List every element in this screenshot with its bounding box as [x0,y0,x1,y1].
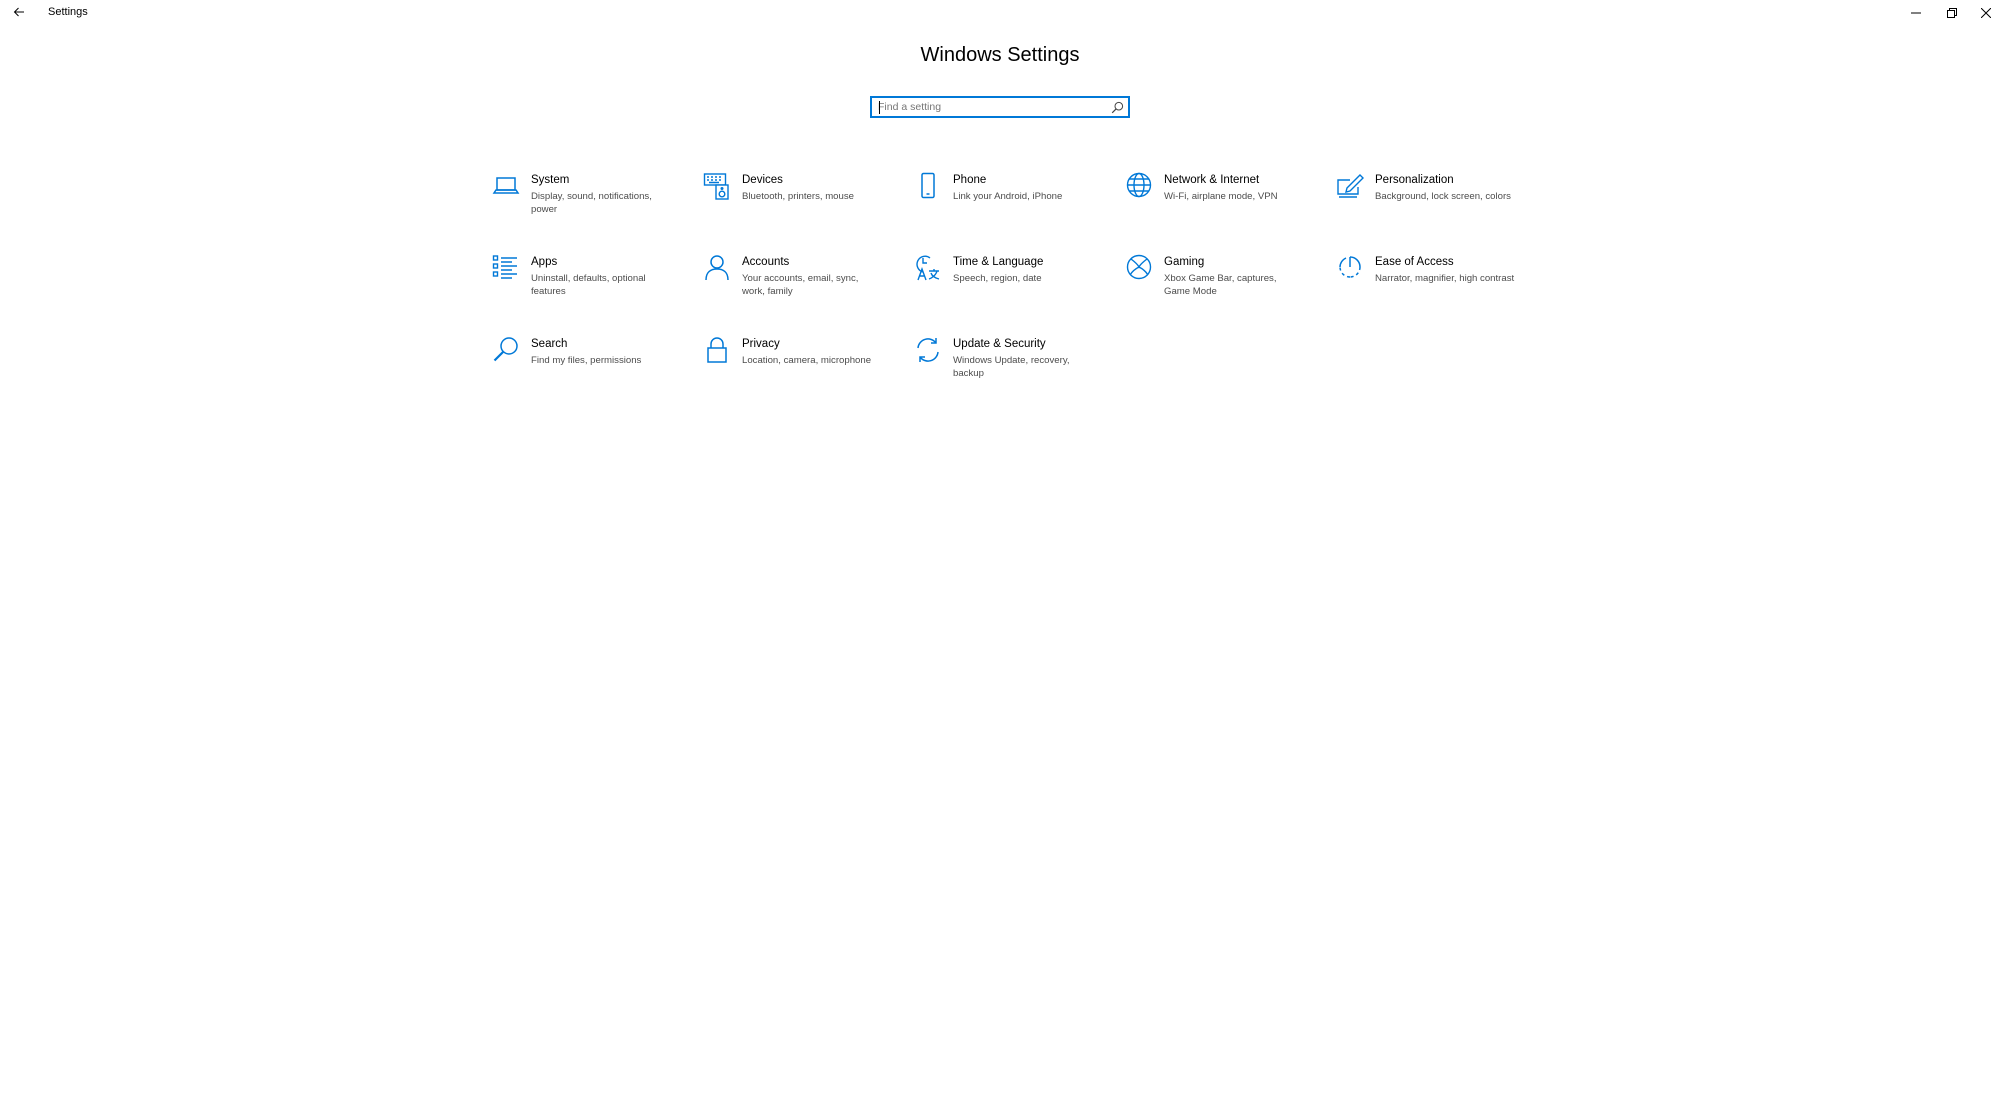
tile-label: Ease of Access [1375,256,1454,268]
tile-label: Network & Internet [1164,174,1260,186]
tile-description: Narrator, magnifier, high contrast [1375,273,1515,284]
tile-description: Bluetooth, printers, mouse [742,191,854,202]
tile-description: Windows Update, recovery, backup [953,355,1070,379]
tile-description: Display, sound, notifications, power [531,191,652,215]
ease-of-access-icon [1339,256,1361,278]
pen-tablet-icon [1337,174,1364,198]
search-icon [493,337,518,362]
keyboard-speaker-icon [703,173,729,200]
title-bar: Settings [0,0,2000,26]
tile-label: Accounts [742,256,790,268]
search-icon[interactable] [1111,101,1124,114]
sync-icon [917,338,939,362]
restore-button[interactable] [1934,0,1970,26]
tile-label: Apps [531,256,558,268]
tile-update-security[interactable]: Update & Security Windows Update, recove… [914,336,1122,392]
close-icon [1981,8,1991,18]
tile-ease-of-access[interactable]: Ease of Access Narrator, magnifier, high… [1336,254,1544,310]
tile-label: Update & Security [953,338,1046,350]
clock-language-icon [916,255,940,281]
tile-description: Uninstall, defaults, optional features [531,273,646,297]
tile-label: Gaming [1164,256,1205,268]
person-icon [705,255,729,281]
apps-list-icon [492,255,517,279]
tile-personalization[interactable]: Personalization Background, lock screen,… [1336,172,1544,228]
app-title: Settings [48,6,88,18]
tile-description: Location, camera, microphone [742,355,872,366]
tile-label: Personalization [1375,174,1454,186]
xbox-icon [1126,254,1152,280]
phone-icon [921,172,935,199]
tile-phone[interactable]: Phone Link your Android, iPhone [914,172,1122,228]
tile-description: Speech, region, date [953,273,1042,284]
tile-label: Privacy [742,338,780,350]
tile-label: Search [531,338,568,350]
tile-description: Find my files, permissions [531,355,642,366]
tile-label: Phone [953,174,987,186]
tile-privacy[interactable]: Privacy Location, camera, microphone [703,336,911,392]
tile-description: Xbox Game Bar, captures, Game Mode [1164,273,1277,297]
tile-label: System [531,174,570,186]
laptop-icon [492,177,520,194]
close-button[interactable] [1968,0,2000,26]
search-input[interactable] [878,100,1098,114]
back-arrow-icon [13,7,24,17]
text-caret [879,101,880,114]
tile-description: Link your Android, iPhone [953,191,1063,202]
tile-system[interactable]: System Display, sound, notifications, po… [492,172,700,228]
tile-description: Your accounts, email, sync, work, family [742,273,859,297]
tile-devices[interactable]: Devices Bluetooth, printers, mouse [703,172,911,228]
tile-gaming[interactable]: Gaming Xbox Game Bar, captures, Game Mod… [1125,254,1333,310]
globe-icon [1126,172,1152,198]
tile-description: Wi-Fi, airplane mode, VPN [1164,191,1278,202]
minimize-icon [1911,12,1921,14]
tile-description: Background, lock screen, colors [1375,191,1511,202]
tile-accounts[interactable]: Accounts Your accounts, email, sync, wor… [703,254,911,310]
tile-time-language[interactable]: Time & Language Speech, region, date [914,254,1122,310]
search-box[interactable] [870,96,1130,118]
minimize-button[interactable] [1898,0,1934,26]
page-title: Windows Settings [920,44,1080,66]
tile-network-internet[interactable]: Network & Internet Wi-Fi, airplane mode,… [1125,172,1333,228]
lock-icon [707,337,727,363]
tile-apps[interactable]: Apps Uninstall, defaults, optional featu… [492,254,700,310]
restore-icon [1947,8,1957,18]
tile-label: Time & Language [953,256,1044,268]
tile-label: Devices [742,174,783,186]
tile-search[interactable]: Search Find my files, permissions [492,336,700,392]
back-button[interactable] [6,0,32,24]
